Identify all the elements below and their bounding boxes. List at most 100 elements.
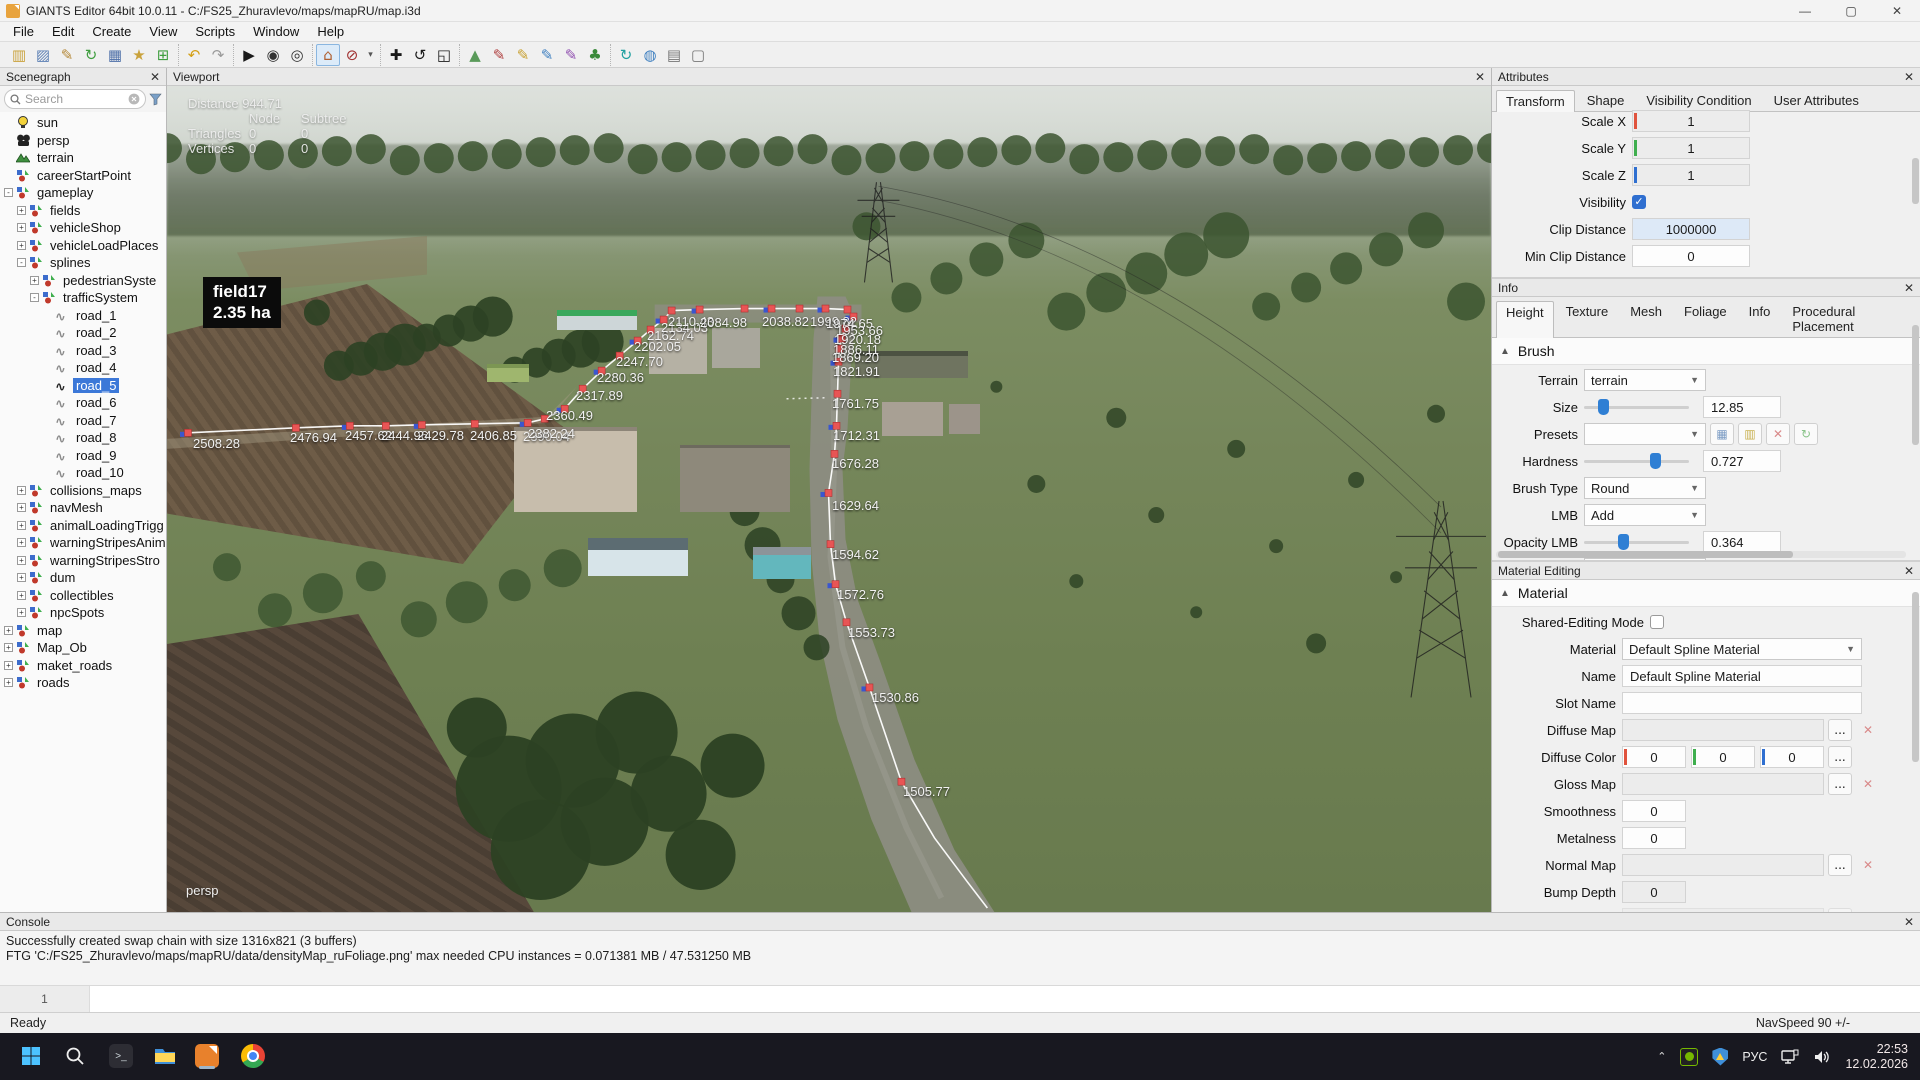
scenegraph-item-gameplay[interactable]: -gameplay xyxy=(0,184,166,202)
tree-expander-icon[interactable]: + xyxy=(17,223,26,232)
tree-expander-icon[interactable]: + xyxy=(17,556,26,565)
translate-icon[interactable]: ✚ xyxy=(384,44,408,66)
bump-depth-field[interactable]: 0 xyxy=(1622,881,1686,903)
search-input[interactable]: Search xyxy=(4,89,146,109)
nvidia-tray-icon[interactable] xyxy=(1680,1048,1698,1066)
tree-expander-icon[interactable]: + xyxy=(17,486,26,495)
scenegraph-item-fields[interactable]: +fields xyxy=(0,202,166,220)
save-icon[interactable]: ▦ xyxy=(103,44,127,66)
gloss-map-browse-button[interactable]: ... xyxy=(1828,773,1852,795)
scenegraph-item-animalLoadingTrigg[interactable]: +animalLoadingTrigg xyxy=(0,517,166,535)
scenegraph-item-road_5[interactable]: ∿road_5 xyxy=(0,377,166,395)
tree-expander-icon[interactable]: + xyxy=(4,643,13,652)
tree-expander-icon[interactable]: - xyxy=(17,258,26,267)
taskbar-search-icon[interactable] xyxy=(60,1041,90,1071)
menu-help[interactable]: Help xyxy=(308,22,353,41)
filter-icon[interactable] xyxy=(149,93,162,106)
scenegraph-item-collisions_maps[interactable]: +collisions_maps xyxy=(0,482,166,500)
scenegraph-item-pedestrianSyste[interactable]: +pedestrianSyste xyxy=(0,272,166,290)
attributes-tab-user-attributes[interactable]: User Attributes xyxy=(1764,89,1869,111)
tree-expander-icon[interactable]: + xyxy=(17,503,26,512)
info-close-icon[interactable]: ✕ xyxy=(1904,281,1914,295)
taskbar-file-explorer-icon[interactable] xyxy=(150,1041,180,1071)
language-indicator[interactable]: РУС xyxy=(1742,1050,1767,1064)
shared-editing-checkbox[interactable] xyxy=(1650,615,1664,629)
diffuse-b-field[interactable]: 0 xyxy=(1760,746,1824,768)
save-as-icon[interactable]: ★ xyxy=(127,44,151,66)
size-slider[interactable] xyxy=(1584,396,1689,418)
scenegraph-item-road_9[interactable]: ∿road_9 xyxy=(0,447,166,465)
mmb-dropdown[interactable]: Smooth▼ xyxy=(1584,558,1706,560)
menu-edit[interactable]: Edit xyxy=(43,22,83,41)
tree-expander-icon[interactable]: + xyxy=(30,276,39,285)
import-icon[interactable]: ⊞ xyxy=(151,44,175,66)
tree-expander-icon[interactable]: + xyxy=(17,521,26,530)
globe-icon[interactable]: ◍ xyxy=(638,44,662,66)
scenegraph-item-sun[interactable]: sun xyxy=(0,114,166,132)
info-tab-height[interactable]: Height xyxy=(1496,301,1554,338)
console-command-input[interactable] xyxy=(90,986,1920,1012)
tree-expander-icon[interactable]: + xyxy=(17,206,26,215)
next-map-clear-icon[interactable]: ✕ xyxy=(1856,908,1880,912)
slot-name-field[interactable] xyxy=(1622,692,1862,714)
tree-expander-icon[interactable]: + xyxy=(4,661,13,670)
gloss-map-field[interactable] xyxy=(1622,773,1824,795)
info-hscrollbar[interactable] xyxy=(1496,551,1906,558)
spline-control-point[interactable] xyxy=(822,305,829,312)
spline-overlay[interactable] xyxy=(167,86,1491,912)
info-tab-foliage[interactable]: Foliage xyxy=(1674,300,1737,337)
smoothness-field[interactable]: 0 xyxy=(1622,800,1686,822)
scenegraph-item-persp[interactable]: persp xyxy=(0,132,166,150)
maximize-button[interactable]: ▢ xyxy=(1828,0,1874,21)
scenegraph-item-road_6[interactable]: ∿road_6 xyxy=(0,394,166,412)
tree-expander-icon[interactable]: + xyxy=(17,573,26,582)
normal-map-clear-icon[interactable]: ✕ xyxy=(1856,854,1880,876)
viewport-close-icon[interactable]: ✕ xyxy=(1475,70,1485,84)
brush-collapse-icon[interactable]: ▲ xyxy=(1500,346,1510,357)
new-file-icon[interactable]: ▥ xyxy=(7,44,31,66)
tree-expander-icon[interactable]: + xyxy=(17,538,26,547)
attributes-scrollbar[interactable] xyxy=(1912,158,1919,204)
scenegraph-item-vehicleLoadPlaces[interactable]: +vehicleLoadPlaces xyxy=(0,237,166,255)
hidden-icons-chevron[interactable]: ⌃ xyxy=(1657,1050,1666,1063)
scale-y-field[interactable]: 1 xyxy=(1632,137,1750,159)
preset-save-icon[interactable]: ▦ xyxy=(1710,423,1734,445)
play-icon[interactable]: ▶ xyxy=(237,44,261,66)
redo-icon[interactable]: ↷ xyxy=(206,44,230,66)
spline-control-point[interactable] xyxy=(844,306,851,313)
visibility-icon[interactable]: ◉ xyxy=(261,44,285,66)
lmb-dropdown[interactable]: Add▼ xyxy=(1584,504,1706,526)
minimize-button[interactable]: — xyxy=(1782,0,1828,21)
taskbar-clock[interactable]: 22:53 12.02.2026 xyxy=(1845,1042,1908,1072)
spline-control-point[interactable] xyxy=(768,305,775,312)
clear-search-icon[interactable] xyxy=(128,93,140,105)
material-scrollbar[interactable] xyxy=(1912,592,1919,762)
console-close-icon[interactable]: ✕ xyxy=(1904,915,1914,929)
spline-control-point[interactable] xyxy=(825,489,832,496)
diffuse-color-picker-button[interactable]: ... xyxy=(1828,746,1852,768)
rotate-icon[interactable]: ↺ xyxy=(408,44,432,66)
scale-x-field[interactable]: 1 xyxy=(1632,110,1750,132)
tree-brush-icon[interactable]: ♣ xyxy=(583,44,607,66)
attributes-tab-transform[interactable]: Transform xyxy=(1496,90,1575,112)
info-tab-procedural-placement[interactable]: Procedural Placement xyxy=(1782,300,1916,337)
info-scrollbar[interactable] xyxy=(1912,325,1919,445)
attributes-tab-visibility-condition[interactable]: Visibility Condition xyxy=(1636,89,1761,111)
diffuse-map-field[interactable] xyxy=(1622,719,1824,741)
tree-expander-icon[interactable]: + xyxy=(17,241,26,250)
hardness-field[interactable]: 0.727 xyxy=(1703,450,1781,472)
scenegraph-item-vehicleShop[interactable]: +vehicleShop xyxy=(0,219,166,237)
hardness-slider[interactable] xyxy=(1584,450,1689,472)
tree-expander-icon[interactable]: - xyxy=(4,188,13,197)
scenegraph-item-map[interactable]: +map xyxy=(0,622,166,640)
metalness-field[interactable]: 0 xyxy=(1622,827,1686,849)
scenegraph-item-road_10[interactable]: ∿road_10 xyxy=(0,464,166,482)
scenegraph-item-terrain[interactable]: terrain xyxy=(0,149,166,167)
taskbar-chrome-icon[interactable] xyxy=(238,1041,268,1071)
spline-control-point[interactable] xyxy=(471,420,478,427)
diffuse-map-browse-button[interactable]: ... xyxy=(1828,719,1852,741)
scenegraph-item-warningStripesStro[interactable]: +warningStripesStro xyxy=(0,552,166,570)
tree-expander-icon[interactable]: + xyxy=(4,678,13,687)
scenegraph-item-careerStartPoint[interactable]: careerStartPoint xyxy=(0,167,166,185)
material-name-field[interactable]: Default Spline Material xyxy=(1622,665,1862,687)
